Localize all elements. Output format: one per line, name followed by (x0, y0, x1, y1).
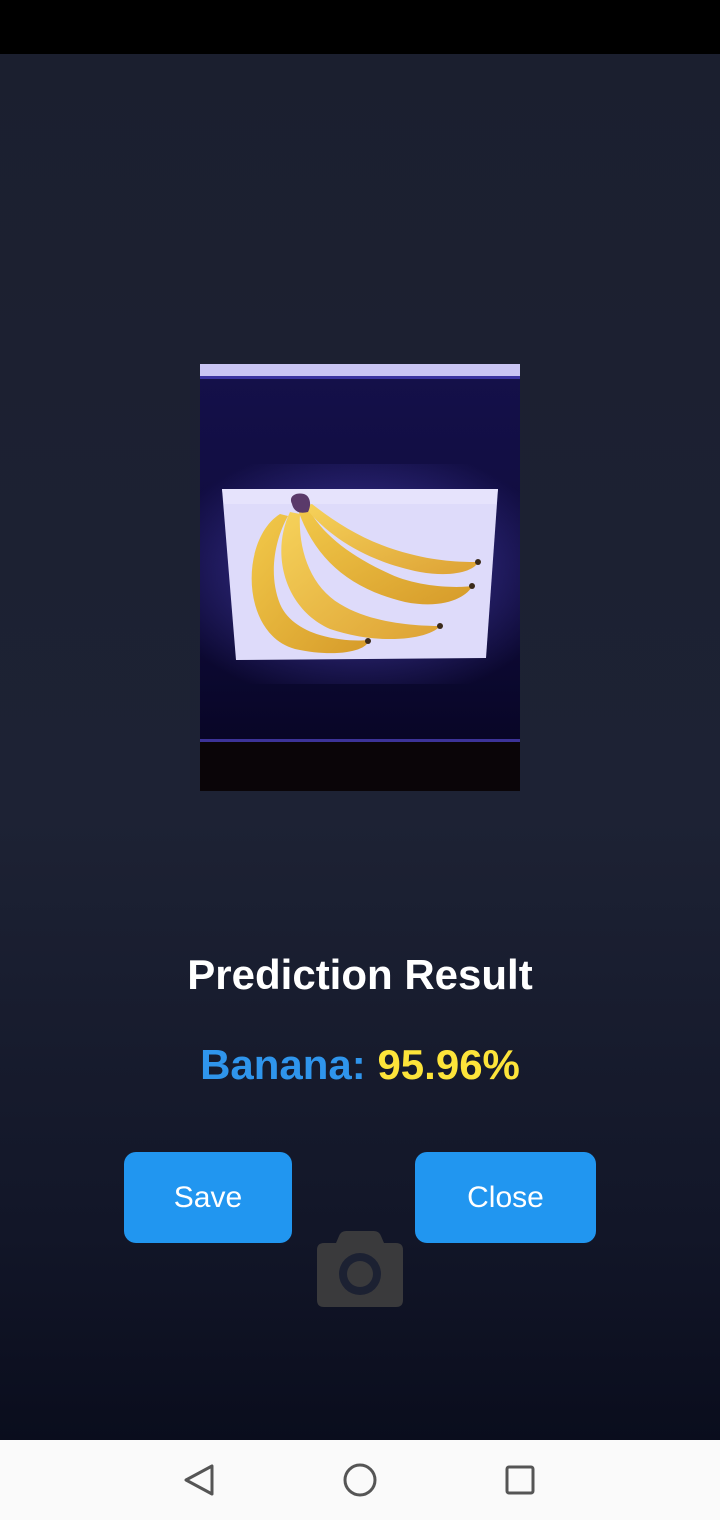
status-bar (0, 0, 720, 54)
home-icon (343, 1463, 377, 1497)
recents-icon (505, 1465, 535, 1495)
nav-back-button[interactable] (180, 1460, 220, 1500)
captured-photo (200, 364, 520, 791)
prediction-result-title: Prediction Result (187, 951, 533, 998)
nav-recents-button[interactable] (500, 1460, 540, 1500)
prediction-label: Banana: (200, 1041, 366, 1088)
back-icon (184, 1464, 214, 1496)
camera-button[interactable] (316, 1230, 404, 1308)
prediction-result-line: Banana: 95.96% (0, 1036, 720, 1094)
camera-icon (317, 1231, 403, 1307)
system-nav-bar (0, 1440, 720, 1520)
nav-home-button[interactable] (340, 1460, 380, 1500)
close-button[interactable]: Close (415, 1152, 596, 1243)
prediction-confidence: 95.96% (377, 1041, 520, 1088)
save-button[interactable]: Save (124, 1152, 292, 1243)
